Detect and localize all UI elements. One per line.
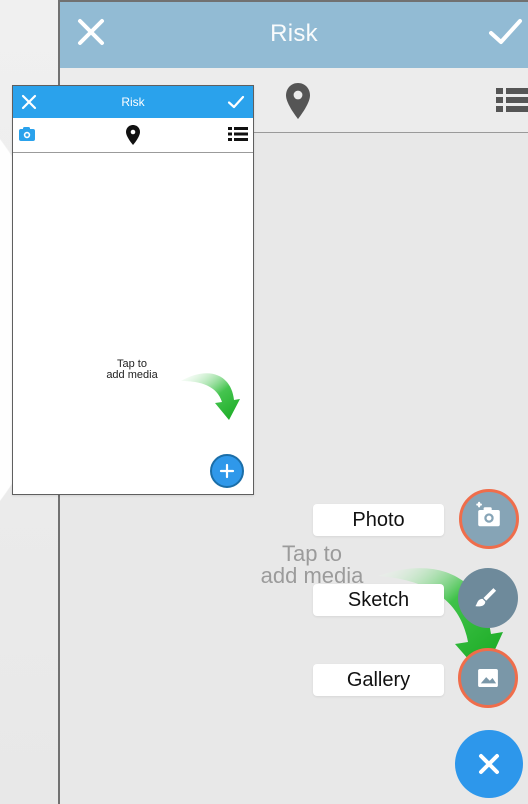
- background-page-title: Risk: [270, 20, 318, 47]
- preview-title: Risk: [121, 95, 145, 109]
- image-icon: [478, 669, 498, 687]
- list-icon: [228, 127, 248, 141]
- background-header: Risk: [60, 2, 528, 68]
- photo-option-label[interactable]: Photo: [313, 504, 444, 536]
- preview-tap-hint: Tap to add media: [106, 358, 158, 381]
- sketch-option-label[interactable]: Sketch: [313, 584, 444, 616]
- sketch-label-text: Sketch: [347, 588, 410, 611]
- close-icon: [479, 754, 499, 774]
- curved-arrow-icon: [181, 373, 240, 420]
- location-pin-icon[interactable]: [285, 82, 311, 120]
- close-media-menu-button[interactable]: [455, 730, 523, 798]
- camera-add-icon: [476, 501, 500, 527]
- preview-header: Risk: [13, 86, 253, 118]
- gallery-option-label[interactable]: Gallery: [313, 664, 444, 696]
- list-icon[interactable]: [496, 86, 528, 114]
- check-icon: [227, 95, 245, 109]
- plus-icon: [219, 463, 235, 479]
- tutorial-preview-card: Risk Tap to add media: [12, 85, 254, 495]
- photo-label-text: Photo: [352, 508, 405, 531]
- preview-tab-bar: [13, 118, 253, 153]
- brush-icon: [475, 588, 497, 607]
- gallery-label-text: Gallery: [346, 668, 411, 691]
- add-media-button: [210, 454, 244, 488]
- check-icon[interactable]: [484, 11, 526, 53]
- location-pin-icon: [126, 125, 140, 145]
- photo-action-button[interactable]: [459, 489, 519, 549]
- camera-icon: [19, 127, 35, 141]
- tap-to-add-media-hint: Tap to add media: [260, 541, 364, 588]
- gallery-action-button[interactable]: [458, 648, 518, 708]
- sketch-action-button[interactable]: [458, 568, 518, 628]
